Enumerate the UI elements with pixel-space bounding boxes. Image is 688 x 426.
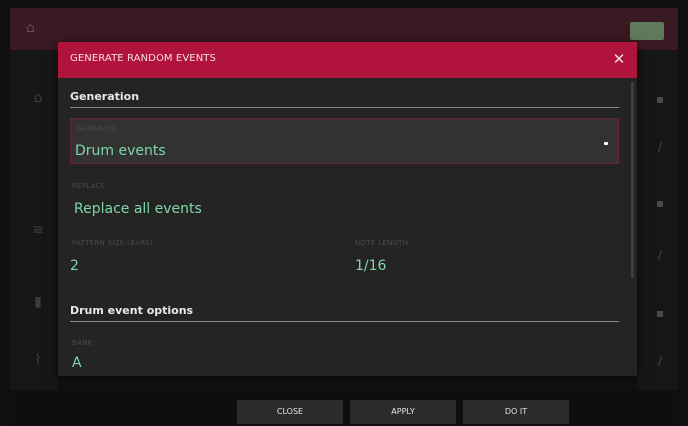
pattern-size-field[interactable]: 2	[70, 258, 79, 274]
pattern-size-label: PATTERN SIZE (BARS)	[72, 239, 154, 247]
pencil-icon: /	[657, 140, 663, 154]
generate-value: Drum events	[75, 143, 166, 159]
do-it-button[interactable]: DO IT	[463, 400, 569, 424]
dialog-title: GENERATE RANDOM EVENTS	[70, 53, 216, 64]
background-badge	[630, 22, 664, 40]
side-marker-icon: ▪	[655, 306, 665, 320]
bars-icon: ▮	[34, 294, 42, 310]
scrollbar[interactable]	[631, 82, 634, 278]
chevron-down-icon	[604, 142, 608, 145]
home-icon: ⌂	[33, 90, 43, 106]
side-marker-icon: ▪	[655, 92, 665, 106]
generate-label: GENERATE	[77, 125, 117, 133]
generate-random-events-dialog: GENERATE RANDOM EVENTS ✕ Generation GENE…	[58, 42, 637, 376]
pencil-icon: /	[657, 354, 663, 368]
sliders-icon: ⌇	[34, 352, 42, 368]
home-icon: ⌂	[26, 20, 35, 36]
section-divider	[70, 321, 619, 322]
section-title-drum-options: Drum event options	[70, 304, 194, 317]
replace-label: REPLACE	[72, 182, 106, 190]
pencil-icon: /	[657, 248, 663, 262]
note-length-label: NOTE LENGTH	[355, 239, 409, 247]
menu-icon: ≡	[32, 222, 44, 238]
bank-field[interactable]: A	[72, 355, 82, 371]
apply-button[interactable]: APPLY	[350, 400, 456, 424]
replace-field[interactable]: Replace all events	[74, 201, 202, 217]
bottom-bar	[10, 390, 678, 426]
app-screen: ⌂ ⌂ ≡ ▮ ⌇ ▪ / ▪ / ▪ / GENERATE RANDOM EV…	[0, 0, 688, 426]
side-marker-icon: ▪	[655, 196, 665, 210]
section-divider	[70, 107, 619, 108]
section-title-generation: Generation	[70, 90, 140, 103]
close-button[interactable]: CLOSE	[237, 400, 343, 424]
generate-dropdown[interactable]: GENERATE Drum events	[70, 118, 619, 164]
bank-label: BANK	[72, 339, 93, 347]
note-length-field[interactable]: 1/16	[355, 258, 386, 274]
dialog-header: GENERATE RANDOM EVENTS ✕	[58, 42, 637, 78]
close-icon[interactable]: ✕	[609, 49, 629, 69]
